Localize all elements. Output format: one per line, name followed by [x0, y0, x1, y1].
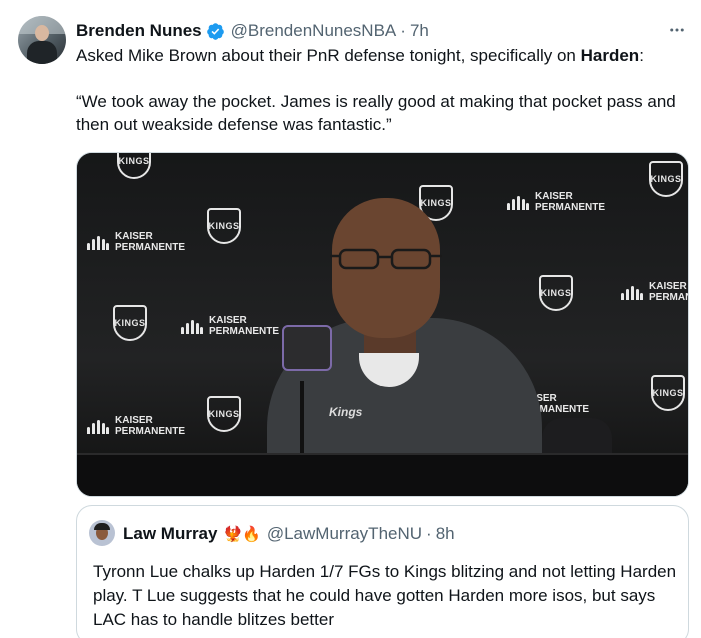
quoted-tweet-card[interactable]: Law Murray 🐦‍🔥🔥 @LawMurrayTheNU · 8h Tyr… — [76, 505, 689, 638]
sponsor-name-top: KAISER — [649, 281, 687, 292]
sponsor-name-top: KAISER — [115, 231, 153, 242]
avatar-body — [27, 41, 57, 64]
quoted-tweet-header: Law Murray 🐦‍🔥🔥 @LawMurrayTheNU · 8h — [123, 524, 455, 544]
kings-logo-icon: KINGS — [113, 305, 147, 341]
sponsor-logo: KAISERPERMANENTE — [181, 315, 279, 337]
author-handle[interactable]: @BrendenNunesNBA — [231, 21, 397, 41]
sponsor-mark-icon — [181, 318, 203, 334]
ellipsis-icon — [670, 28, 684, 32]
author-display-name[interactable]: Brenden Nunes — [76, 21, 202, 41]
verified-badge-icon — [206, 22, 224, 40]
glasses-icon — [330, 248, 442, 270]
quoted-author-display-name[interactable]: Law Murray — [123, 524, 217, 544]
sponsor-name-bottom: PERMANENTE — [115, 242, 186, 253]
quoted-tweet-text: Tyronn Lue chalks up Harden 1/7 FGs to K… — [93, 562, 677, 629]
sponsor-mark-icon — [621, 284, 643, 300]
kings-logo-icon: KINGS — [207, 396, 241, 432]
microphone-stand — [300, 381, 304, 461]
separator-dot: · — [426, 524, 432, 543]
sponsor-logo: KAISERPERMANENTE — [87, 231, 185, 253]
quoted-author-avatar[interactable] — [89, 520, 115, 546]
separator-dot: · — [400, 21, 406, 40]
sponsor-name-bottom: PERMANENTE — [115, 426, 186, 437]
avatar-hair — [94, 523, 110, 530]
microphone-icon — [282, 325, 332, 371]
kings-logo-icon: KINGS — [649, 161, 683, 197]
quoted-author-handle[interactable]: @LawMurrayTheNU — [267, 524, 422, 544]
avatar-head — [35, 25, 49, 41]
sponsor-name-bottom: PERMANENTE — [649, 292, 688, 303]
sponsor-name-top: KAISER — [209, 315, 247, 326]
jacket-logo-text: Kings — [329, 405, 363, 419]
sponsor-name-top: KAISER — [115, 415, 153, 426]
tweet-header: Brenden Nunes @BrendenNunesNBA · 7h — [76, 20, 429, 42]
phoenix-fire-emoji-icon: 🐦‍🔥🔥 — [223, 526, 261, 543]
sponsor-mark-icon — [507, 194, 529, 210]
tweet-body: Asked Mike Brown about their PnR defense… — [76, 44, 688, 136]
sponsor-mark-icon — [87, 418, 109, 434]
kings-logo-icon: KINGS — [539, 275, 573, 311]
tweet-text-prefix: Asked Mike Brown about their PnR defense… — [76, 46, 581, 65]
sponsor-name-bottom: PERMANENTE — [535, 202, 606, 213]
tweet-timestamp[interactable]: 7h — [410, 21, 429, 41]
tweet-first-line: Asked Mike Brown about their PnR defense… — [76, 44, 688, 67]
tweet-quote-text: “We took away the pocket. James is reall… — [76, 92, 676, 134]
quoted-tweet-timestamp[interactable]: 8h — [436, 524, 455, 544]
kings-logo-icon: KINGS — [207, 208, 241, 244]
press-table — [77, 453, 688, 496]
kings-logo-icon: KINGS — [651, 375, 685, 411]
sponsor-mark-icon — [87, 234, 109, 250]
sponsor-logo: KAISERPERMANENTE — [621, 281, 688, 303]
author-avatar[interactable] — [18, 16, 66, 64]
more-options-icon[interactable] — [667, 20, 687, 40]
sponsor-name-bottom: PERMANENTE — [209, 326, 280, 337]
sponsor-logo: KAISERPERMANENTE — [87, 415, 185, 437]
tweet-text-suffix: : — [639, 46, 644, 65]
sponsor-name-top: KAISER — [535, 191, 573, 202]
sponsor-logo: KAISERPERMANENTE — [507, 191, 605, 213]
tweet-media-image[interactable]: KINGS KINGS KINGS KINGS KINGS KINGS KING… — [76, 152, 689, 497]
chair — [542, 418, 612, 458]
tweet-text-bold: Harden — [580, 46, 640, 65]
